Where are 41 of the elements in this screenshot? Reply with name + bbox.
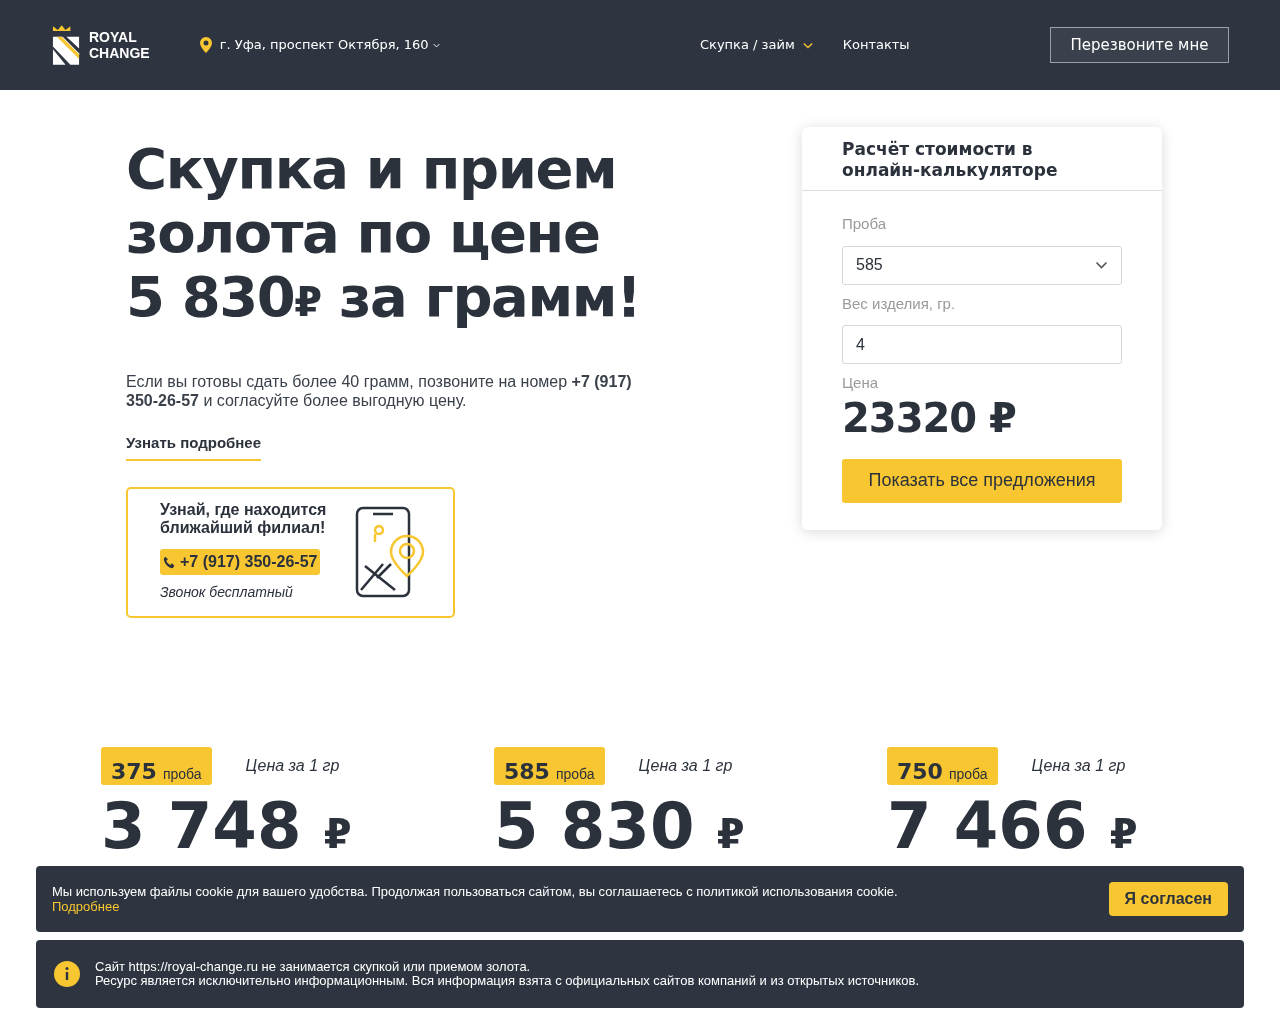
more-link[interactable]: Узнать подробнее	[126, 432, 262, 461]
price-label: Цена	[842, 373, 880, 393]
nav-link[interactable]: Скупка / займ	[699, 35, 813, 55]
address-selector[interactable]: г. Уфа, проспект Октября, 160	[199, 35, 440, 55]
calculated-price: 23320 ₽	[842, 394, 1017, 441]
assay-badge: 375 проба	[101, 747, 212, 785]
cookie-more-link[interactable]: Подробнее	[52, 899, 120, 914]
phone-map-icon	[355, 506, 427, 598]
info-icon	[54, 961, 80, 987]
chevron-down-icon	[1095, 261, 1108, 269]
branch-card-title: Узнай, где находится ближайший филиал!	[160, 501, 328, 538]
assay-badge: 585 проба	[494, 747, 605, 785]
info-text: Сайт https://royal-change.ru не занимается скупкой или приемом золота.	[95, 960, 532, 974]
price-caption: Цена за 1 гр	[245, 756, 340, 776]
accept-button[interactable]: Я согласен	[1108, 882, 1228, 916]
price-caption: Цена за 1 гр	[1031, 756, 1126, 776]
field-label: Вес изделия, гр.	[842, 293, 957, 314]
nav-link[interactable]: Контакты	[842, 35, 910, 55]
location-pin-icon	[199, 37, 212, 53]
assay-select[interactable]: 585	[842, 245, 1122, 285]
phone-icon	[163, 555, 176, 569]
assay-badge: 750 проба	[887, 747, 998, 785]
field-label: Проба	[842, 214, 888, 234]
calculator-title: Расчёт стоимости в онлайн-калькуляторе	[802, 127, 1162, 191]
price-caption: Цена за 1 гр	[638, 756, 733, 776]
phone-link[interactable]: +7 (917) 350-26-57	[160, 549, 321, 576]
logo-text: ROYAL	[89, 29, 138, 45]
price-per-gram: 7 466 ₽	[887, 791, 1139, 865]
price-per-gram: 3 748 ₽	[101, 791, 353, 865]
price-per-gram: 5 830 ₽	[494, 791, 746, 865]
show-offers-button[interactable]: Показать все предложения	[842, 458, 1122, 503]
branch-card-note: Звонок бесплатный	[160, 582, 294, 602]
cookie-text: Мы используем файлы cookie для вашего удобства. Продолжая пользоваться сайтом, вы соглашаетесь с политикой использования cookie.	[52, 884, 899, 899]
hero-description: Если вы готовы сдать более 40 грамм, позвоните на номер +7 (917) 350-26-57 и согласуйте более выгодную цену.	[126, 372, 633, 410]
logo-text: CHANGE	[89, 45, 150, 61]
hero-title: Скупка и прием золота по цене 5 830₽ за грамм!	[126, 137, 642, 331]
callback-button[interactable]: Перезвоните мне	[1050, 27, 1229, 63]
logo-icon	[52, 23, 81, 67]
info-text: Ресурс является исключительно информационным. Вся информация взята с официальных сайтов компаний и из открытых источников.	[95, 974, 920, 988]
weight-input[interactable]: 4	[842, 325, 1122, 364]
chevron-down-icon	[432, 42, 440, 48]
